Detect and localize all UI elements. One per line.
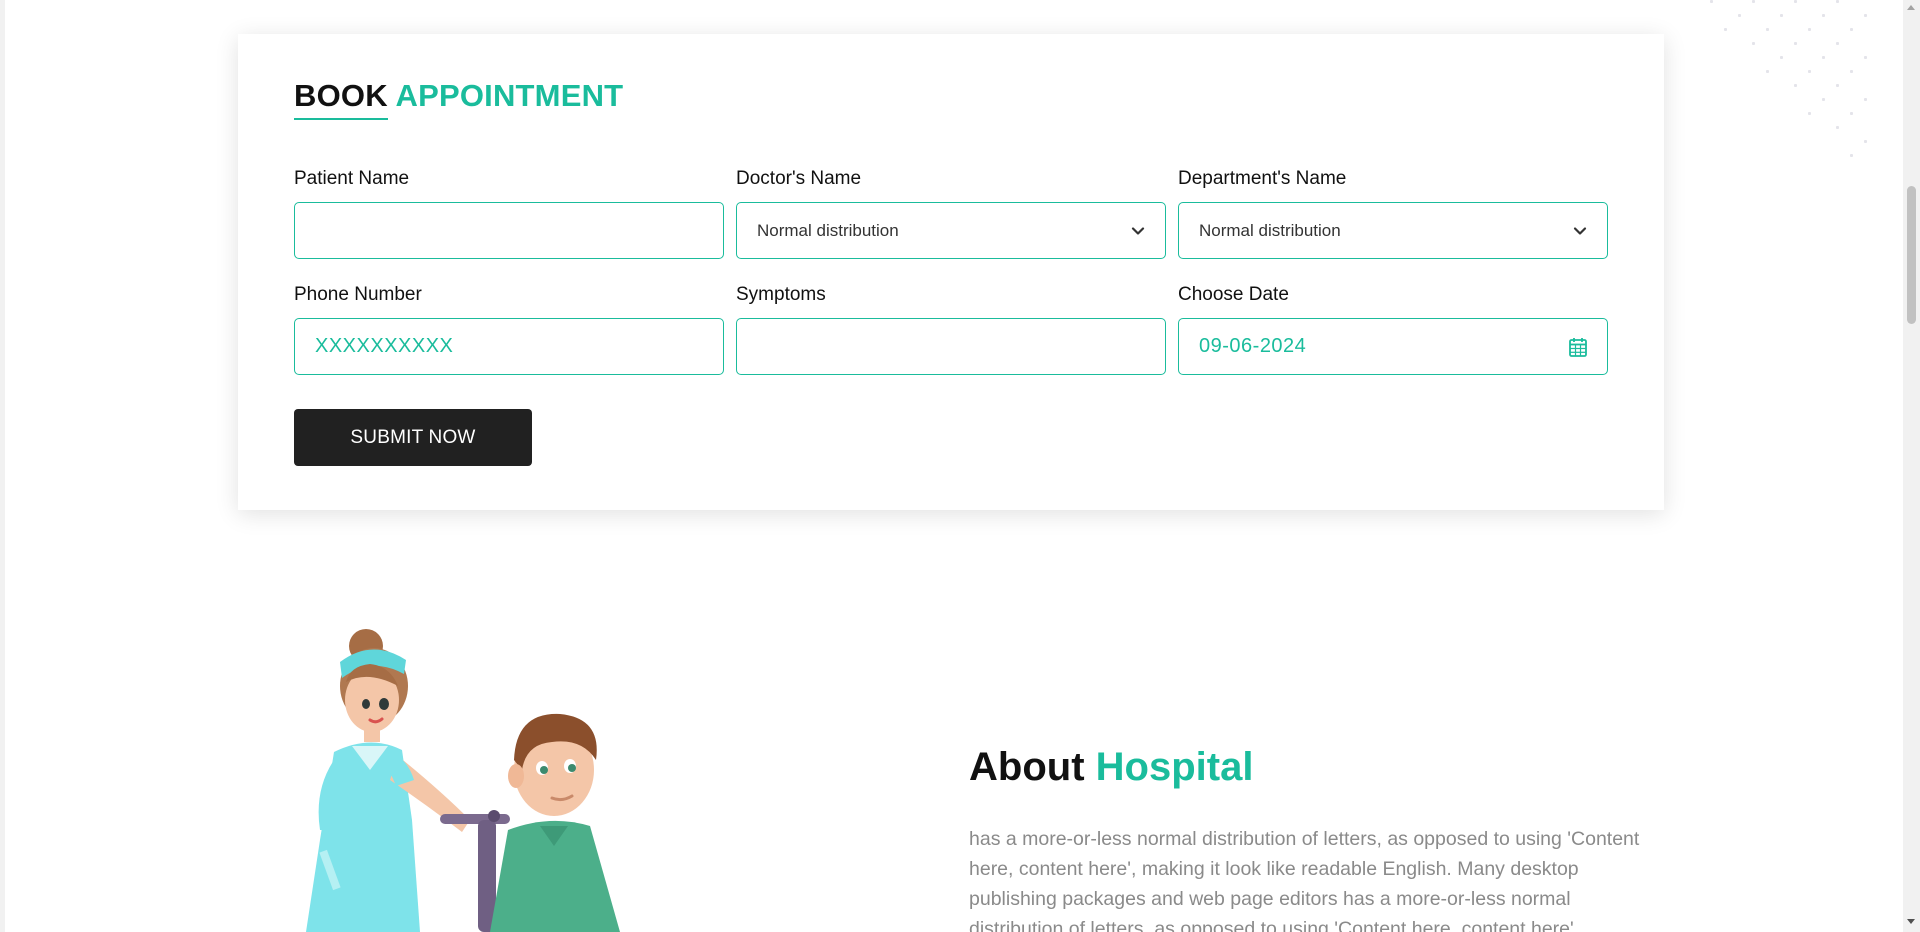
decorative-dot — [1738, 14, 1741, 17]
book-appointment-card: BOOK APPOINTMENT Patient Name Doctor's N… — [238, 34, 1664, 510]
decorative-dot — [1808, 70, 1811, 73]
submit-now-button[interactable]: SUBMIT NOW — [294, 409, 532, 466]
doctor-name-label: Doctor's Name — [736, 168, 862, 189]
patient-name-field: Patient Name — [294, 168, 724, 259]
chevron-down-icon — [1573, 226, 1587, 235]
decorative-dot — [1836, 42, 1839, 45]
patient-name-input[interactable] — [294, 202, 724, 259]
department-name-field: Department's Name Normal distribution — [1178, 168, 1608, 259]
calendar-icon[interactable] — [1569, 337, 1587, 357]
chevron-down-icon — [1131, 226, 1145, 235]
decorative-dot — [1864, 98, 1867, 101]
symptoms-input[interactable] — [736, 318, 1166, 375]
decorative-dot — [1864, 140, 1867, 143]
symptoms-field: Symptoms — [736, 284, 1166, 375]
about-title-part1: About — [969, 745, 1085, 789]
choose-date-label: Choose Date — [1178, 284, 1289, 305]
decorative-dot — [1808, 28, 1811, 31]
doctor-name-field: Doctor's Name Normal distribution — [736, 168, 1166, 259]
decorative-dot — [1752, 42, 1755, 45]
about-title-part2: Hospital — [1095, 745, 1254, 789]
doctor-name-select[interactable]: Normal distribution — [736, 202, 1166, 259]
phone-number-field: Phone Number XXXXXXXXXX — [294, 284, 724, 375]
decorative-dot — [1780, 56, 1783, 59]
choose-date-input[interactable]: 09-06-2024 — [1178, 318, 1608, 375]
decorative-dot — [1794, 0, 1797, 3]
decorative-dot — [1724, 28, 1727, 31]
decorative-dot — [1836, 126, 1839, 129]
vertical-scrollbar[interactable] — [1903, 0, 1920, 932]
about-hospital-text: has a more-or-less normal distribution o… — [969, 828, 1640, 932]
decorative-dot — [1836, 84, 1839, 87]
decorative-dot — [1850, 70, 1853, 73]
scroll-up-arrow[interactable] — [1907, 5, 1915, 10]
decorative-dot — [1808, 112, 1811, 115]
decorative-dot — [1766, 70, 1769, 73]
symptoms-label: Symptoms — [736, 284, 826, 305]
decorative-dot — [1864, 14, 1867, 17]
decorative-dot — [1766, 28, 1769, 31]
phone-number-label: Phone Number — [294, 284, 422, 305]
choose-date-field: Choose Date 09-06-2024 — [1178, 284, 1608, 375]
about-hospital-title: About Hospital — [969, 745, 1253, 790]
page-left-edge — [0, 0, 5, 932]
department-name-selected: Normal distribution — [1199, 220, 1341, 240]
patient-figure — [490, 713, 620, 932]
scroll-down-arrow[interactable] — [1907, 919, 1915, 924]
title-underline — [294, 118, 388, 120]
decorative-dot — [1780, 14, 1783, 17]
nurse-figure — [306, 629, 470, 932]
decorative-dot — [1850, 28, 1853, 31]
phone-number-input[interactable]: XXXXXXXXXX — [294, 318, 724, 375]
decorative-dot — [1864, 56, 1867, 59]
book-appointment-title: BOOK APPOINTMENT — [294, 78, 623, 114]
department-name-select[interactable]: Normal distribution — [1178, 202, 1608, 259]
scrollbar-thumb[interactable] — [1907, 186, 1916, 324]
decorative-dot — [1836, 0, 1839, 3]
decorative-dot — [1822, 56, 1825, 59]
title-part-book: BOOK — [294, 78, 388, 113]
phone-number-placeholder: XXXXXXXXXX — [315, 335, 454, 357]
decorative-dot — [1822, 98, 1825, 101]
decorative-dot — [1850, 112, 1853, 115]
decorative-dot-pattern — [1710, 0, 1880, 170]
decorative-dot — [1822, 14, 1825, 17]
decorative-dot — [1710, 0, 1713, 3]
decorative-dot — [1794, 42, 1797, 45]
decorative-dot — [1850, 154, 1853, 157]
decorative-dot — [1794, 84, 1797, 87]
department-name-label: Department's Name — [1178, 168, 1347, 189]
decorative-dot — [1752, 0, 1755, 3]
doctor-name-selected: Normal distribution — [757, 220, 899, 240]
nurse-patient-illustration — [306, 629, 620, 932]
choose-date-value: 09-06-2024 — [1199, 335, 1307, 357]
patient-name-label: Patient Name — [294, 168, 410, 189]
title-part-appointment: APPOINTMENT — [395, 78, 624, 113]
